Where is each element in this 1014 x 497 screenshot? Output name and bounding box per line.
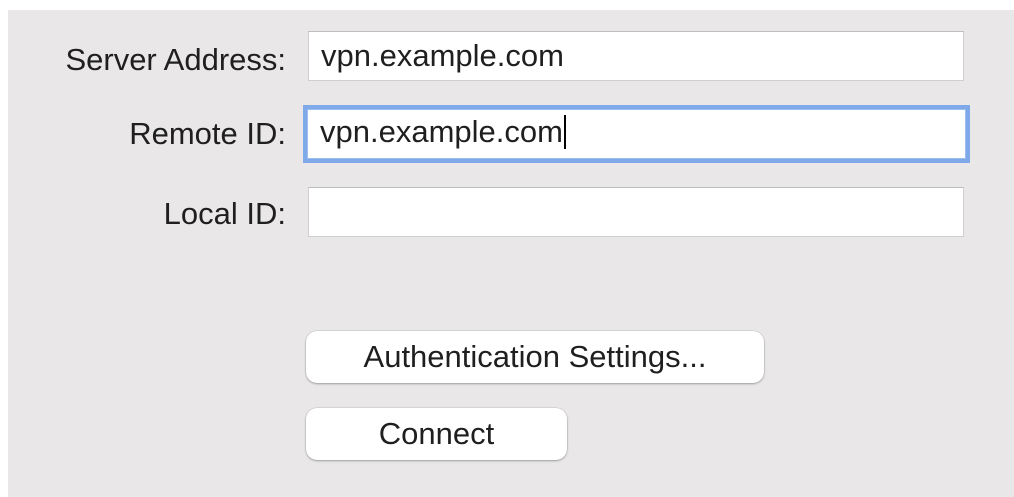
authentication-settings-button[interactable]: Authentication Settings...	[306, 331, 764, 383]
local-id-field[interactable]	[308, 187, 964, 237]
remote-id-value: vpn.example.com	[320, 114, 563, 149]
server-address-value: vpn.example.com	[321, 38, 564, 73]
server-address-field[interactable]: vpn.example.com	[308, 31, 964, 81]
remote-id-label: Remote ID:	[129, 116, 286, 151]
server-address-label: Server Address:	[65, 42, 286, 77]
local-id-label: Local ID:	[163, 196, 286, 231]
connect-button[interactable]: Connect	[306, 408, 567, 460]
text-caret	[563, 114, 566, 149]
remote-id-field[interactable]: vpn.example.com	[303, 105, 970, 163]
